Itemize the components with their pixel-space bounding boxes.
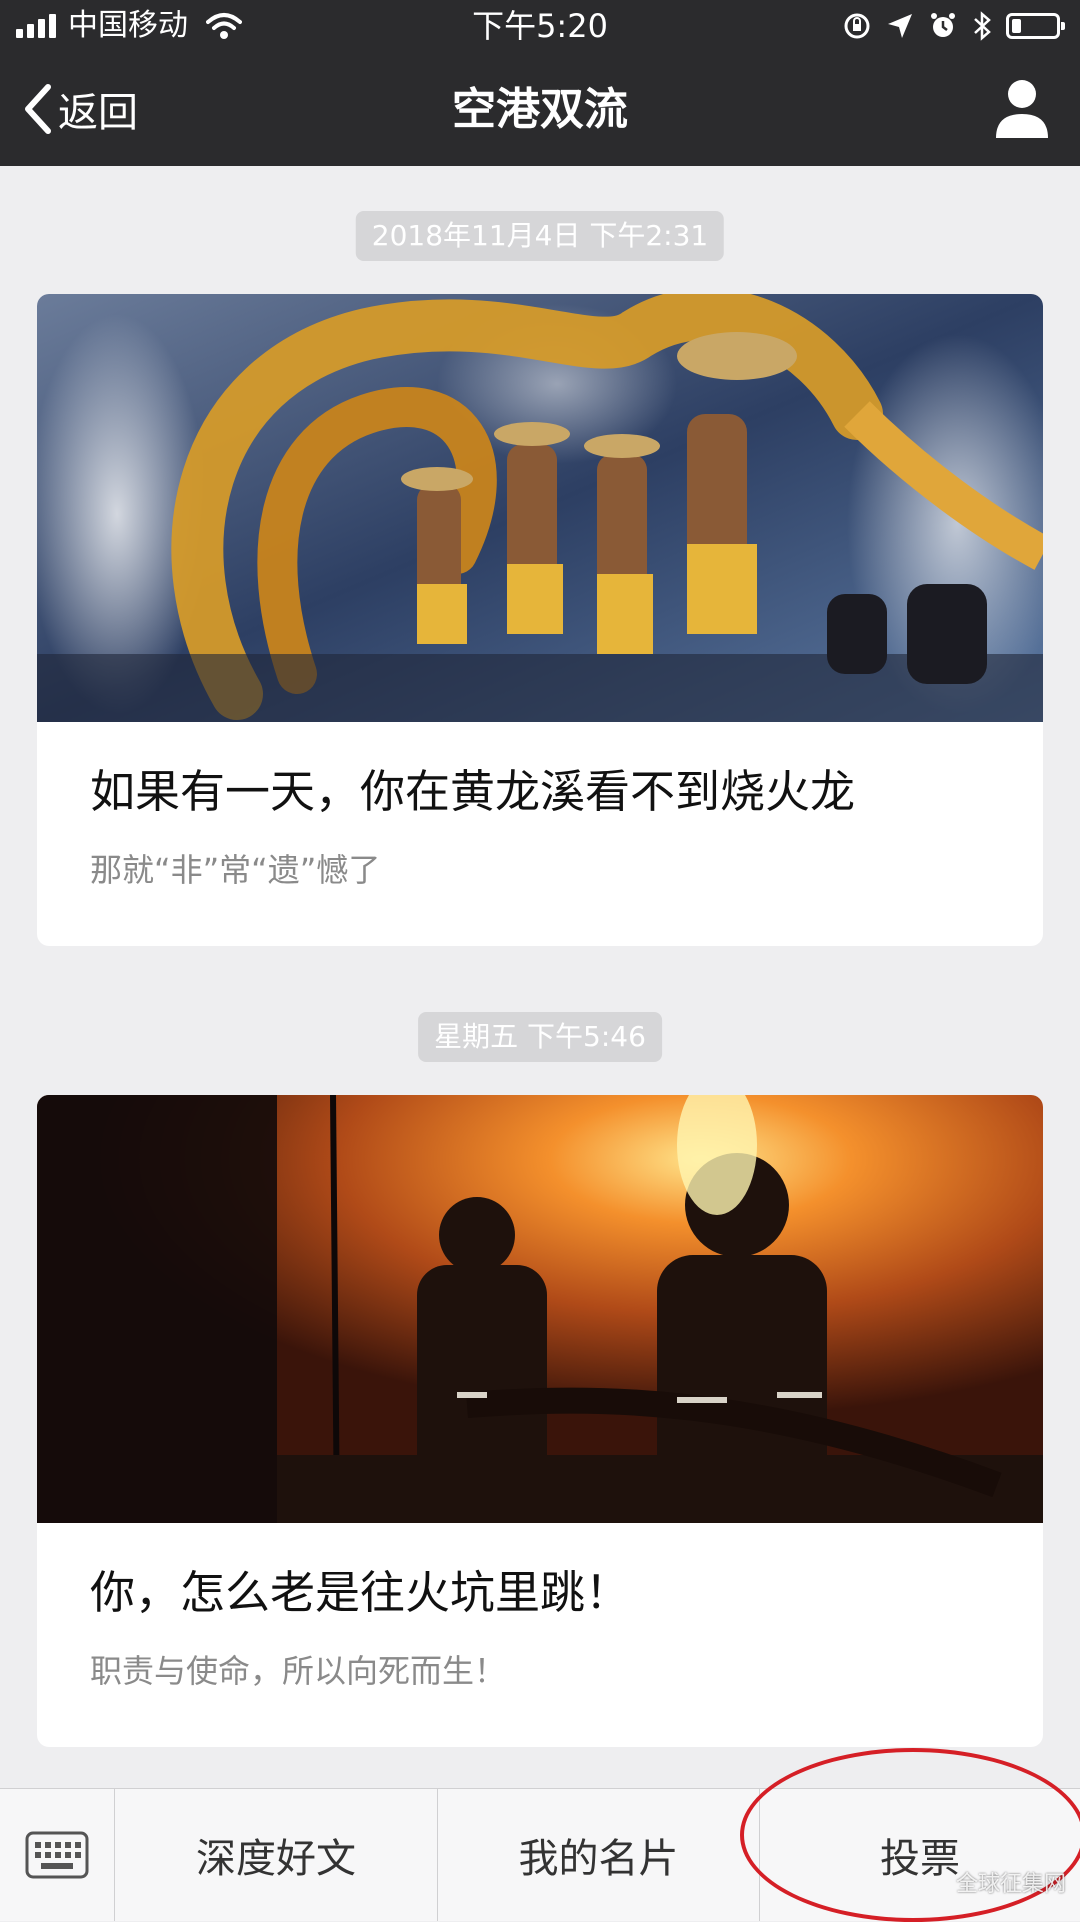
message-timestamp: 星期五 下午5:46 (418, 1012, 662, 1062)
status-icons (842, 10, 1065, 42)
message-timestamp: 2018年11月4日 下午2:31 (355, 211, 725, 261)
article-card[interactable]: 如果有一天，你在黄龙溪看不到烧火龙 那就“非”常“遗”憾了 (37, 294, 1043, 946)
keyboard-toggle-button[interactable] (0, 1789, 114, 1921)
watermark: 全球征集网 (955, 1872, 1066, 1897)
official-account-menu: 深度好文 我的名片 投票 (0, 1788, 1080, 1921)
article-card[interactable]: 你，怎么老是往火坑里跳！ 职责与使命，所以向死而生！ (37, 1095, 1043, 1747)
article-image-dragon-fire (37, 294, 1043, 722)
article-subtitle: 职责与使命，所以向死而生！ (90, 1652, 507, 1690)
alarm-icon (931, 13, 955, 37)
page-title: 空港双流 (452, 84, 628, 135)
article-image-firefighters (37, 1095, 1043, 1523)
profile-icon[interactable] (992, 76, 1052, 140)
bluetooth-icon (974, 11, 991, 41)
rotation-lock-icon (844, 13, 870, 39)
location-icon (888, 14, 912, 38)
menu-item-vote[interactable]: 投票 (759, 1789, 1080, 1921)
article-title: 你，怎么老是往火坑里跳！ (90, 1566, 631, 1619)
article-subtitle: 那就“非”常“遗”憾了 (90, 851, 381, 889)
nav-bar: 返回 空港双流 (0, 54, 1080, 166)
status-bar: 中国移动 下午5:20 (0, 0, 1080, 54)
top-bar: 中国移动 下午5:20 返回 空港双流 (0, 0, 1080, 166)
article-title: 如果有一天，你在黄龙溪看不到烧火龙 (90, 765, 856, 818)
battery-icon (1006, 13, 1065, 39)
keyboard-icon (25, 1831, 89, 1879)
menu-item-deep-articles[interactable]: 深度好文 (114, 1789, 437, 1921)
menu-item-my-card[interactable]: 我的名片 (437, 1789, 759, 1921)
